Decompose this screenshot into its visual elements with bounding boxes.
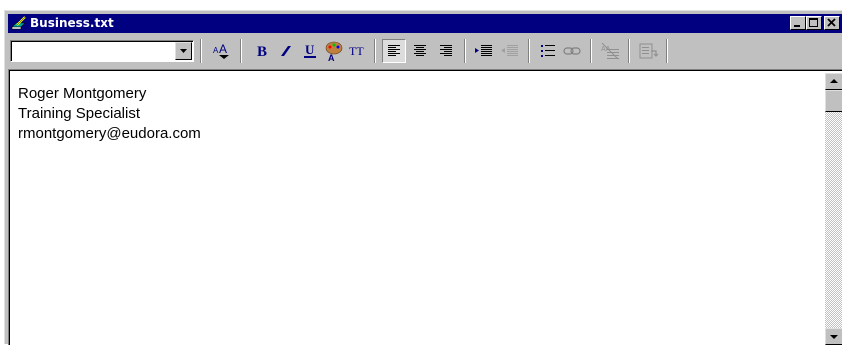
insert-object-button[interactable] xyxy=(636,39,660,63)
scrollbar-thumb[interactable] xyxy=(825,90,842,112)
align-left-button[interactable] xyxy=(382,39,406,63)
bullet-list-button[interactable] xyxy=(536,39,560,63)
link-button[interactable] xyxy=(560,39,584,63)
font-combo[interactable] xyxy=(10,40,194,62)
body-line: Training Specialist xyxy=(18,105,140,122)
decrease-indent-icon xyxy=(501,45,518,56)
teletype-button[interactable]: TT xyxy=(346,39,370,63)
maximize-button[interactable] xyxy=(806,16,822,30)
bold-button[interactable]: B xyxy=(250,39,274,63)
align-center-icon xyxy=(414,45,426,56)
insert-object-icon xyxy=(639,43,659,59)
vertical-scrollbar[interactable] xyxy=(825,73,842,345)
underline-icon: U xyxy=(304,42,316,58)
bold-icon: B xyxy=(257,44,267,60)
font-combo-field[interactable] xyxy=(11,41,193,61)
arrow-up-icon xyxy=(830,79,838,83)
toolbar-separator xyxy=(464,39,466,63)
toolbar-separator xyxy=(200,39,202,63)
toolbar-separator xyxy=(666,39,668,63)
chevron-down-icon xyxy=(180,49,187,53)
close-button[interactable] xyxy=(824,16,840,30)
close-icon xyxy=(827,18,836,27)
toolbar-separator xyxy=(590,39,592,63)
svg-text:TT: TT xyxy=(349,44,364,58)
toolbar-separator xyxy=(240,39,242,63)
increase-indent-icon xyxy=(475,45,492,56)
align-left-icon xyxy=(388,45,400,56)
title-bar[interactable]: Business.txt xyxy=(8,14,842,33)
document-pen-icon xyxy=(11,15,27,31)
svg-text:U: U xyxy=(305,42,315,57)
align-right-icon xyxy=(440,45,452,56)
scroll-up-button[interactable] xyxy=(825,73,842,90)
link-icon xyxy=(563,47,581,55)
toolbar-separator xyxy=(528,39,530,63)
align-center-button[interactable] xyxy=(408,39,432,63)
body-line: Roger Montgomery xyxy=(18,85,147,102)
body-line: rmontgomery@eudora.com xyxy=(18,125,201,142)
clear-formatting-icon: AA xyxy=(601,42,619,60)
text-size-button[interactable]: A A xyxy=(210,39,234,63)
text-window: Business.txt A A B U A TT AA Roger Montg… xyxy=(4,10,842,345)
text-color-icon: A xyxy=(325,41,343,63)
bullet-list-icon xyxy=(541,45,555,57)
clear-formatting-button[interactable]: AA xyxy=(598,39,622,63)
svg-text:A: A xyxy=(328,53,335,63)
toolbar-separator xyxy=(374,39,376,63)
toolbar-separator xyxy=(628,39,630,63)
align-right-button[interactable] xyxy=(434,39,458,63)
increase-indent-button[interactable] xyxy=(472,39,496,63)
svg-text:A: A xyxy=(219,42,227,56)
format-toolbar: A A B U A TT AA xyxy=(8,35,842,67)
window-title: Business.txt xyxy=(30,16,114,30)
italic-icon xyxy=(281,46,291,56)
italic-button[interactable] xyxy=(274,39,298,63)
font-combo-dropdown-button[interactable] xyxy=(175,42,192,60)
svg-text:B: B xyxy=(257,44,267,60)
body-text[interactable]: Roger Montgomery Training Specialist rmo… xyxy=(18,84,201,144)
minimize-icon xyxy=(794,25,800,27)
minimize-button[interactable] xyxy=(790,16,806,30)
message-editor[interactable]: Roger Montgomery Training Specialist rmo… xyxy=(8,69,842,345)
maximize-icon xyxy=(809,18,818,27)
decrease-indent-button[interactable] xyxy=(498,39,522,63)
text-size-icon: A A xyxy=(213,42,229,59)
scroll-down-button[interactable] xyxy=(825,328,842,345)
teletype-icon: TT xyxy=(349,44,364,58)
underline-button[interactable]: U xyxy=(298,39,322,63)
message-body[interactable]: Roger Montgomery Training Specialist rmo… xyxy=(9,70,842,345)
arrow-down-icon xyxy=(830,335,838,339)
text-color-button[interactable]: A xyxy=(322,39,346,63)
